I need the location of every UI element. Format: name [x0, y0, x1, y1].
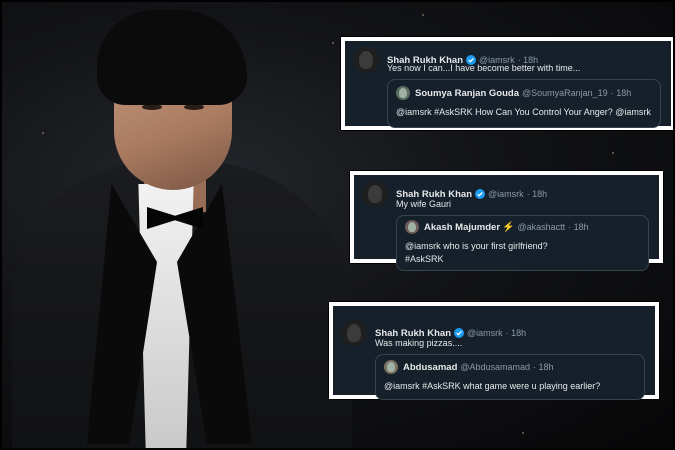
- avatar: [384, 360, 398, 374]
- avatar: [396, 86, 410, 100]
- verified-badge-icon: [454, 328, 465, 338]
- tweet-time: · 18h: [526, 189, 548, 199]
- quoted-author-name: Soumya Ranjan Gouda: [415, 87, 519, 99]
- quoted-text: @iamsrk #AskSRK what game were u playing…: [384, 381, 601, 391]
- quoted-author-handle: @SoumyaRanjan_19: [522, 88, 608, 98]
- quoted-time: · 18h: [610, 88, 632, 98]
- tweet-text: Yes now I can...I have become better wit…: [387, 63, 581, 73]
- avatar[interactable]: [353, 47, 379, 73]
- verified-badge-icon: [475, 189, 486, 199]
- tweet-time: · 18h: [505, 328, 527, 338]
- author-handle[interactable]: @iamsrk: [467, 328, 503, 338]
- quoted-text: @iamsrk #AskSRK How Can You Control Your…: [396, 107, 651, 117]
- tweet-card-1[interactable]: Shah Rukh Khan @iamsrk · 18h Yes now I c…: [341, 37, 673, 130]
- lightning-emoji: ⚡: [502, 221, 515, 233]
- tweet-text: My wife Gauri: [396, 199, 452, 209]
- quoted-text-line-2: #AskSRK: [405, 254, 444, 264]
- avatar: [405, 220, 419, 234]
- portrait-figure: [2, 2, 362, 448]
- quoted-author-handle: @Abdusamamad: [460, 362, 531, 372]
- author-name[interactable]: Shah Rukh Khan: [375, 328, 451, 339]
- quoted-time: · 18h: [568, 222, 589, 232]
- avatar[interactable]: [341, 320, 367, 346]
- tweet-card-2[interactable]: Shah Rukh Khan @iamsrk · 18h My wife Gau…: [350, 171, 663, 271]
- author-handle[interactable]: @iamsrk: [488, 189, 524, 199]
- quoted-text-line-1: @iamsrk who is your first girlfriend?: [405, 241, 548, 251]
- quoted-author-name: Abdusamad: [403, 361, 458, 373]
- quoted-author-name: Akash Majumder: [424, 221, 501, 233]
- quoted-time: · 18h: [533, 362, 554, 372]
- quoted-tweet[interactable]: Abdusamad @Abdusamamad · 18h @iamsrk #As…: [375, 354, 645, 400]
- quoted-tweet[interactable]: Soumya Ranjan Gouda @SoumyaRanjan_19 · 1…: [387, 79, 661, 128]
- tweet-card-3[interactable]: Shah Rukh Khan @iamsrk · 18h Was making …: [329, 302, 659, 400]
- author-name[interactable]: Shah Rukh Khan: [396, 189, 472, 200]
- tweet-text: Was making pizzas....: [375, 338, 463, 348]
- avatar[interactable]: [362, 181, 388, 207]
- quoted-author-handle: @akashactt: [517, 222, 566, 232]
- quoted-tweet[interactable]: Akash Majumder ⚡ @akashactt · 18h @iamsr…: [396, 215, 649, 271]
- background-photo: Shah Rukh Khan @iamsrk · 18h Yes now I c…: [0, 0, 675, 450]
